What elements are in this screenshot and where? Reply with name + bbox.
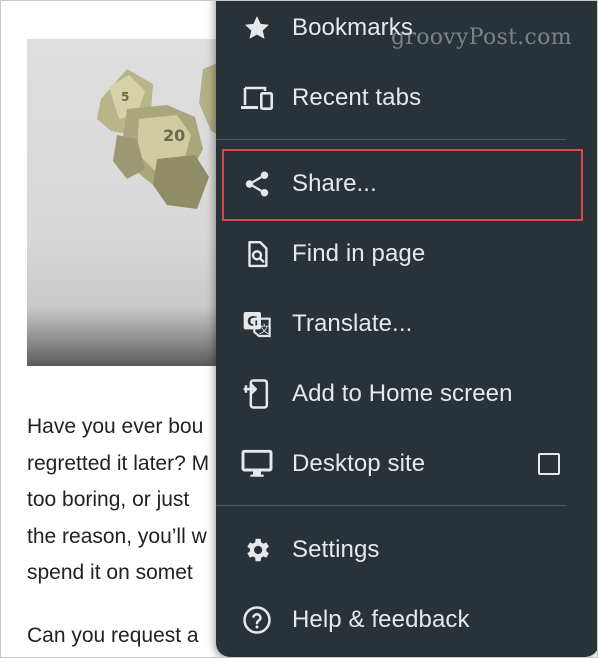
article-image: 5 20 [27, 39, 227, 366]
crumpled-money-image: 5 20 [97, 59, 227, 209]
find-in-page-icon [240, 237, 274, 271]
share-icon [240, 167, 274, 201]
add-to-home-icon [240, 377, 274, 411]
menu-item-help-feedback[interactable]: Help & feedback [216, 585, 597, 655]
article-line: the reason, you’ll w [27, 524, 207, 548]
devices-icon [240, 81, 274, 115]
menu-item-label: Settings [292, 536, 380, 563]
article-line: spend it on somet [27, 561, 193, 584]
watermark: groovyPost.com [391, 25, 572, 50]
article-text: Have you ever bou regretted it later? M … [27, 409, 227, 654]
svg-text:G: G [247, 315, 258, 330]
svg-text:文: 文 [259, 323, 270, 336]
menu-item-label: Add to Home screen [292, 380, 513, 407]
help-icon [240, 603, 274, 637]
gear-icon [240, 533, 274, 567]
menu-divider [216, 505, 566, 506]
menu-divider [216, 139, 566, 140]
article-line: Have you ever bou [27, 415, 204, 438]
browser-page: 5 20 Have you ever bou regretted it late… [0, 0, 598, 658]
article-line: regretted it later? M [27, 451, 210, 475]
menu-item-share[interactable]: Share... [216, 149, 597, 219]
menu-item-label: Recent tabs [292, 84, 422, 111]
svg-text:20: 20 [163, 126, 185, 145]
desktop-icon [240, 447, 274, 481]
svg-text:5: 5 [121, 90, 129, 104]
menu-item-label: Find in page [292, 240, 426, 267]
menu-item-desktop-site[interactable]: Desktop site [216, 429, 597, 499]
menu-item-label: Desktop site [292, 450, 426, 477]
menu-item-translate[interactable]: G 文 Translate... [216, 289, 597, 359]
menu-item-recent-tabs[interactable]: Recent tabs [216, 63, 597, 133]
star-icon [240, 11, 274, 45]
menu-item-label: Translate... [292, 310, 413, 337]
overflow-menu: Bookmarks Recent tabs Share... Find in p… [216, 1, 597, 657]
menu-item-label: Share... [292, 170, 377, 197]
menu-item-label: Help & feedback [292, 606, 470, 633]
article-line: Can you request a [27, 623, 199, 647]
menu-item-settings[interactable]: Settings [216, 515, 597, 585]
menu-item-add-to-home-screen[interactable]: Add to Home screen [216, 359, 597, 429]
menu-item-find-in-page[interactable]: Find in page [216, 219, 597, 289]
desktop-site-checkbox[interactable] [538, 453, 560, 475]
article-line: too boring, or just [27, 488, 190, 511]
translate-icon: G 文 [240, 307, 274, 341]
